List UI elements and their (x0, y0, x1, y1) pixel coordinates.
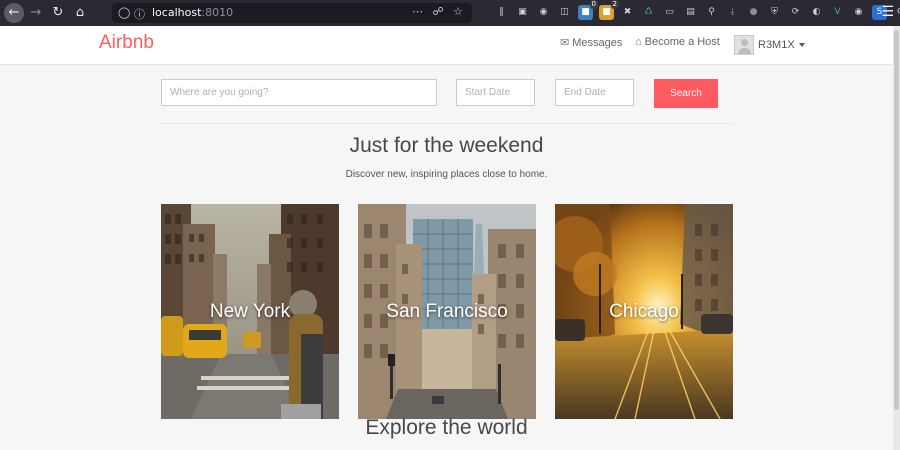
url-text: localhost:8010 (152, 6, 234, 19)
site-navbar: Airbnb ✉ Messages ⌂ Become a Host R3M1X (0, 26, 893, 65)
weekend-section-title: Just for the weekend (349, 134, 544, 157)
brand-logo[interactable]: Airbnb (99, 32, 154, 54)
vue-devtools-icon[interactable]: V (830, 5, 845, 20)
start-date-input[interactable] (456, 79, 535, 106)
shield-icon[interactable]: ◯ (118, 6, 130, 19)
city-card-san-francisco[interactable]: San Francisco (358, 204, 536, 419)
page-scrollbar[interactable] (893, 26, 900, 450)
refresh-extension-icon[interactable]: ⟳ (788, 5, 803, 20)
search-button[interactable]: Search (654, 79, 718, 108)
browser-toolbar: ← → ↻ ⌂ ◯ ⓘ localhost:8010 ⋯ ☍ ☆ ‖ ▣ ◉ ◫… (0, 0, 900, 26)
extension-counter-icon[interactable]: ■ 2 (599, 0, 619, 20)
divider (161, 123, 733, 124)
clipboard-icon[interactable]: ▤ (683, 5, 698, 20)
location-icon[interactable]: ⚲ (704, 5, 719, 20)
library-icon[interactable]: ‖ (494, 5, 509, 20)
shield-extension-icon[interactable]: ⛨ (767, 5, 782, 20)
info-icon[interactable]: ⓘ (134, 6, 145, 22)
city-name: New York (209, 301, 291, 322)
page-content: Airbnb ✉Messages ⌂Become a Host R3M1X Se… (0, 26, 893, 450)
end-date-input[interactable] (555, 79, 634, 106)
city-card-new-york[interactable]: New York (161, 204, 339, 419)
grammar-icon[interactable]: ✖ (620, 5, 635, 20)
account-icon[interactable]: ◉ (536, 5, 551, 20)
username: R3M1X (758, 39, 795, 51)
home-icon[interactable]: ⌂ (70, 3, 90, 23)
extension-icons: ‖ ▣ ◉ ◫ ■ 0 ■ 2 ✖ ♺ ▭ ▤ ⚲ ⤓ ● ⛨ ⟳ ◐ V ◉ S … (494, 0, 900, 21)
extension-badge-icon[interactable]: ■ 0 (578, 0, 598, 20)
back-arrow-icon[interactable]: ← (4, 3, 24, 23)
user-menu[interactable]: R3M1X (734, 34, 805, 56)
url-bar[interactable]: ◯ ⓘ localhost:8010 ⋯ ☍ ☆ (112, 3, 472, 23)
palette-icon[interactable]: ◉ (851, 5, 866, 20)
avatar[interactable] (734, 35, 754, 55)
city-card-chicago[interactable]: Chicago (555, 204, 733, 419)
dark-mode-icon[interactable]: ◐ (809, 5, 824, 20)
sync-icon[interactable]: ♺ (641, 5, 656, 20)
scrollbar-thumb[interactable] (894, 30, 899, 410)
become-host-label: Become a Host (644, 36, 720, 48)
reload-icon[interactable]: ↻ (48, 3, 68, 23)
hamburger-menu-icon[interactable]: ☰ (881, 4, 894, 20)
messages-link[interactable]: ✉ Messages (560, 36, 622, 49)
become-host-link[interactable]: ⌂ Become a Host (635, 36, 720, 48)
explore-section-title: Explore the world (365, 416, 528, 439)
forward-arrow-icon[interactable]: → (26, 3, 46, 23)
city-name: San Francisco (386, 301, 508, 322)
caret-down-icon (798, 43, 805, 47)
page-actions-icon[interactable]: ⋯ ☍ ☆ (412, 5, 466, 18)
weekend-subtitle: Discover new, inspiring places close to … (345, 169, 548, 180)
screen-icon[interactable]: ▭ (662, 5, 677, 20)
envelope-icon: ✉ (560, 37, 570, 49)
settings-extension-icon[interactable]: ⚙ (893, 5, 900, 20)
ublock-icon[interactable]: ◫ (557, 5, 572, 20)
messages-label: Messages (572, 37, 623, 49)
circle-icon[interactable]: ● (746, 5, 761, 20)
city-name: Chicago (609, 301, 679, 322)
download-icon[interactable]: ⤓ (725, 5, 740, 20)
sidebar-icon[interactable]: ▣ (515, 5, 530, 20)
home-icon: ⌂ (635, 36, 642, 48)
destination-search-input[interactable] (161, 79, 437, 106)
